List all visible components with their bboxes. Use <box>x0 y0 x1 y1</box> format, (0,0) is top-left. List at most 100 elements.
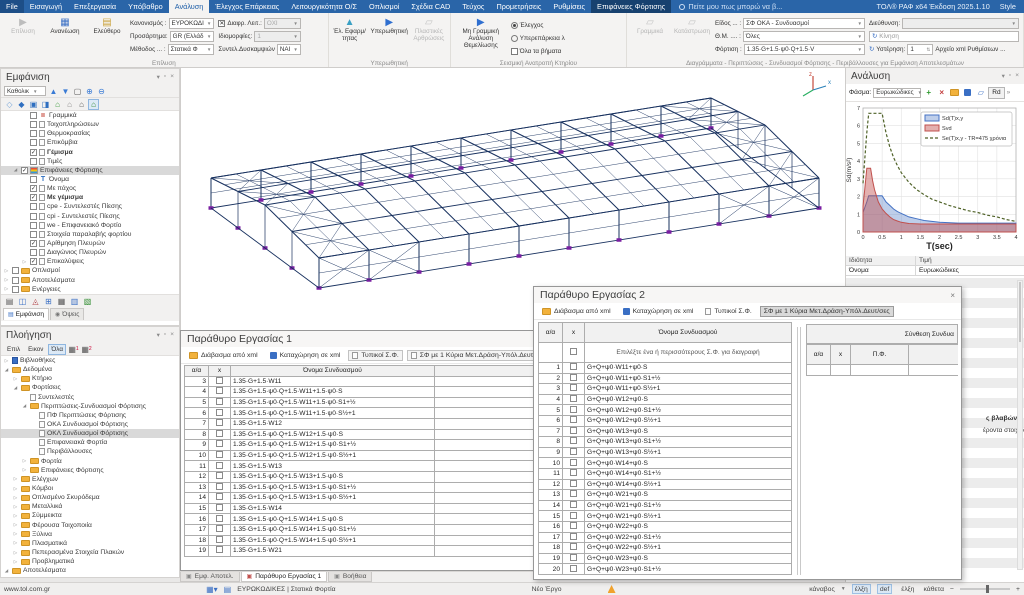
row-select-cell[interactable] <box>209 524 231 535</box>
expander-icon[interactable]: ▷ <box>3 277 10 283</box>
all-steps-checkbox[interactable]: Όλα τα βήματα <box>511 46 565 57</box>
tree-item[interactable]: ▷Πεπερασμένα Στοιχεία Πλακών <box>1 548 179 557</box>
view-section-icon[interactable]: ◨ <box>40 99 51 110</box>
tree-item[interactable]: ◢Δεδομένα <box>1 365 179 374</box>
slider-thumb[interactable] <box>986 585 989 593</box>
select-display-icon[interactable]: ◫ <box>17 296 28 307</box>
row-checkbox[interactable] <box>216 440 223 447</box>
expander-icon[interactable]: ▷ <box>12 495 19 501</box>
combo-row[interactable]: 2G+Q+ψ0·W11+ψ0·S1+½ <box>539 373 792 384</box>
row-select-cell[interactable] <box>209 535 231 546</box>
row-select-cell[interactable] <box>209 471 231 482</box>
menu-tab[interactable]: Προμετρήσεις <box>490 0 547 13</box>
combo-row[interactable]: 9G+Q+ψ0·W13+ψ0·S½+1 <box>539 447 792 458</box>
expander-icon[interactable]: ▷ <box>21 259 28 265</box>
tree-item[interactable]: ✓Γέμισμα <box>1 148 179 157</box>
read-xml-button[interactable]: Διάβασμα από xml <box>538 306 615 317</box>
row-select-cell[interactable] <box>563 447 585 458</box>
combo-row[interactable]: 14G+Q+ψ0·W21+ψ0·S1+½ <box>539 500 792 511</box>
tree-item[interactable]: ▷Ξύλινα <box>1 530 179 539</box>
table-display-icon[interactable]: ▧ <box>82 296 93 307</box>
menu-tab[interactable]: Οπλισμοί <box>363 0 405 13</box>
prop-row[interactable]: Όνομα Ευρωκώδικες <box>846 266 1024 276</box>
warning-icon[interactable] <box>608 585 616 593</box>
row-select-cell[interactable] <box>563 511 585 522</box>
row-select-cell[interactable] <box>563 458 585 469</box>
row-select-cell[interactable] <box>563 564 585 575</box>
checkbox-icon[interactable]: ✓ <box>30 149 37 156</box>
expander-icon[interactable]: ▷ <box>3 358 10 364</box>
display-filter-select[interactable]: Καθολικ▼ <box>4 86 46 96</box>
chevron-down-icon[interactable]: ▾ <box>157 331 160 339</box>
checkbox-icon[interactable]: ✓ <box>30 258 37 265</box>
checkbox-icon[interactable] <box>12 267 19 274</box>
style-label[interactable]: Style <box>1000 2 1016 11</box>
vertical-label[interactable]: κάθετα <box>923 586 944 593</box>
tree-item[interactable]: Διαγώνιος Πλευρών <box>1 248 179 257</box>
row-select-cell[interactable] <box>563 468 585 479</box>
combo-row[interactable]: 6G+Q+ψ0·W12+ψ0·S½+1 <box>539 415 792 426</box>
rd-button[interactable]: Rd <box>988 87 1004 99</box>
expander-icon[interactable]: ▷ <box>12 531 19 537</box>
doc-tab-Εμφ. Αποτελ.[interactable]: ▣Εμφ. Αποτελ. <box>180 572 240 582</box>
pin-icon[interactable]: ▫ <box>1009 72 1011 80</box>
row-checkbox[interactable] <box>216 451 223 458</box>
spectrum-select[interactable]: Ευρωκώδικες▼ <box>873 88 921 98</box>
expander-icon[interactable]: ▷ <box>12 550 19 556</box>
tree-item[interactable]: ◢Φορτίσεις <box>1 383 179 392</box>
snap-toggle-2[interactable]: έλξη <box>898 584 917 594</box>
expander-icon[interactable]: ▷ <box>12 504 19 510</box>
tree-item[interactable]: ▷Κόμβοι <box>1 484 179 493</box>
field-select[interactable]: GR (Ελλάδ▼ <box>170 31 215 42</box>
field-select[interactable]: Στατικά Φ▼ <box>168 44 215 55</box>
chart-display-icon[interactable]: ▥ <box>69 296 80 307</box>
tree-item[interactable]: ▷Μεταλλικά <box>1 502 179 511</box>
close-icon[interactable]: × <box>950 291 955 300</box>
snap-toggle-def[interactable]: def <box>877 584 892 594</box>
checkbox-icon[interactable] <box>30 130 37 137</box>
row-select-cell[interactable] <box>563 553 585 564</box>
doc-tab-Παράθυρο Εργασίας 1[interactable]: ▣Παράθυρο Εργασίας 1 <box>241 572 328 582</box>
write-xml-button[interactable]: Καταχώρηση σε xml <box>266 350 345 361</box>
linear-diagrams-button[interactable]: ▱ Γραμμικά <box>631 15 669 58</box>
row-checkbox[interactable] <box>570 543 577 550</box>
tell-me-search[interactable]: Πείτε μου πως μπορώ να β... <box>679 0 782 13</box>
tree-item[interactable]: Επικόμβια <box>1 138 179 147</box>
copy-display-icon[interactable]: ▤ <box>4 296 15 307</box>
view-solid-cube-icon[interactable]: ◆ <box>16 99 27 110</box>
layers-display-icon[interactable]: ▦ <box>56 296 67 307</box>
field-select[interactable]: ΝΑΙ▼ <box>277 44 301 55</box>
tree-item[interactable]: ▷Οπλισμένο Σκυρόδεμα <box>1 493 179 502</box>
tree-item[interactable]: ΠΦ Περιπτώσεις Φόρτισης <box>1 411 179 420</box>
combo-row[interactable]: 5G+Q+ψ0·W12+ψ0·S1+½ <box>539 405 792 416</box>
overstrength-radio[interactable]: Υπερεπάρκεια λ <box>511 33 565 44</box>
tree-item[interactable]: cpe - Συντελεστές Πίεσης <box>1 202 179 211</box>
tree-item[interactable]: ▷Βιβλιοθήκες <box>1 356 179 365</box>
tree-item[interactable]: ΟΚΛ Συνδυασμοί Φόρτισης <box>1 429 179 438</box>
checkbox-icon[interactable]: ✓ <box>30 194 37 201</box>
checkbox-icon[interactable] <box>30 222 37 229</box>
row-checkbox[interactable] <box>570 490 577 497</box>
combo-row[interactable]: 19G+Q+ψ0·W23+ψ0·S <box>539 553 792 564</box>
row-checkbox[interactable] <box>216 504 223 511</box>
xml-settings-link[interactable]: Αρχείο xml Ρυθμίσεων ... <box>935 46 1005 53</box>
view-cube-icon[interactable]: ▣ <box>28 99 39 110</box>
zoom-in-button[interactable]: + <box>1016 586 1020 593</box>
window2-title-bar[interactable]: Παράθυρο Εργασίας 2 × <box>534 287 961 303</box>
row-checkbox[interactable] <box>216 387 223 394</box>
expander-icon[interactable]: ▷ <box>3 268 10 274</box>
website-link[interactable]: www.tol.com.gr <box>4 586 50 593</box>
zoom-out-icon[interactable]: ⊖ <box>96 86 107 97</box>
row-checkbox[interactable] <box>216 493 223 500</box>
row-checkbox[interactable] <box>216 536 223 543</box>
close-icon[interactable]: × <box>1015 72 1019 80</box>
view-wire-cube-icon[interactable]: ◇ <box>4 99 15 110</box>
tree-item[interactable]: Επιφανειακά Φορτία <box>1 438 179 447</box>
layout-button[interactable]: ▱ Κατάστρωση <box>673 15 711 58</box>
row-checkbox[interactable] <box>570 522 577 529</box>
tree-item[interactable]: ≣Γραμμικά <box>1 111 179 120</box>
tree-item[interactable]: ◢Αποτελέσματα <box>1 566 179 575</box>
row-select-cell[interactable] <box>563 543 585 554</box>
panel-scrollbar[interactable] <box>1017 280 1023 570</box>
row-checkbox[interactable] <box>570 437 577 444</box>
